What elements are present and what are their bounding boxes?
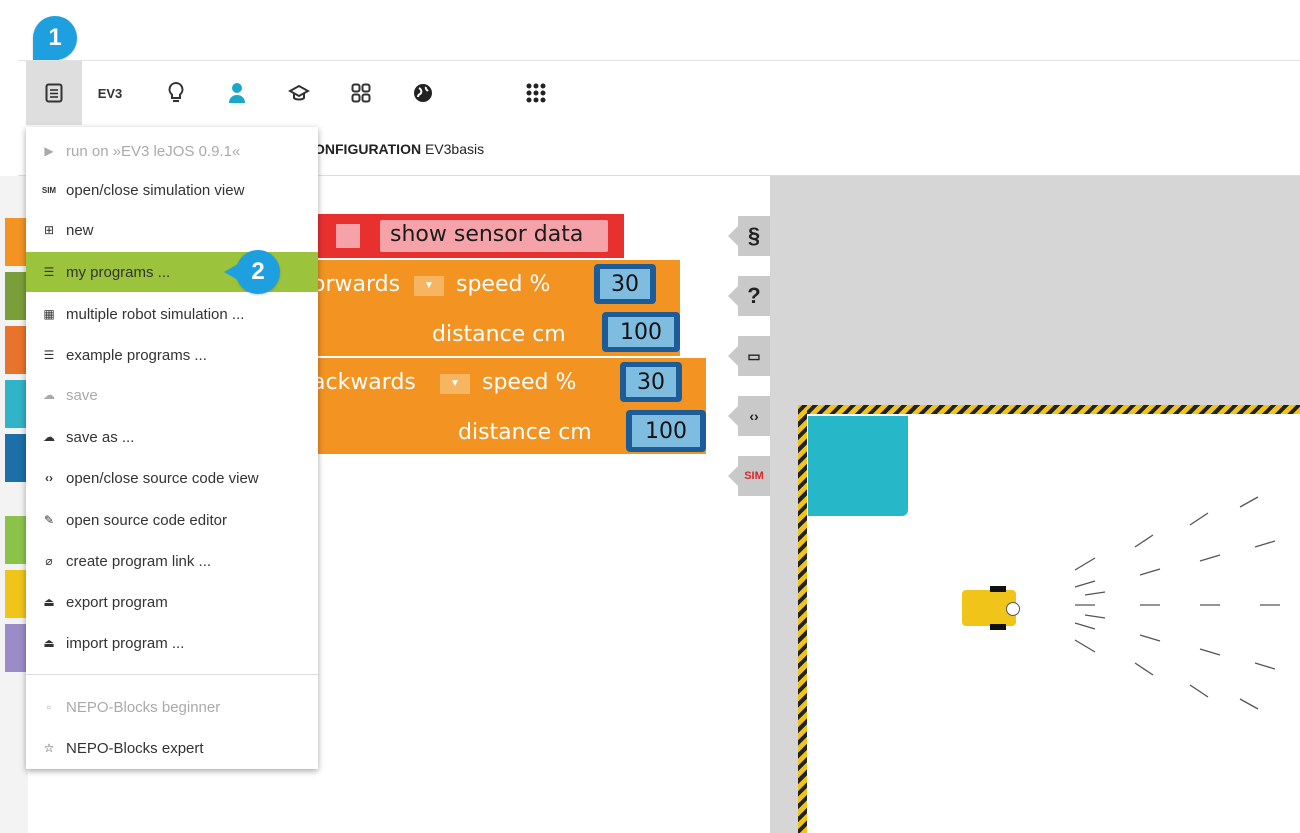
sensor-block[interactable]: show sensor data	[310, 214, 624, 258]
globe-icon	[414, 84, 432, 102]
menu-item-import-program[interactable]: ⏏ import program ...	[26, 623, 318, 663]
callout-2: 2	[236, 250, 280, 294]
menu-item-example-programs[interactable]: ☰ example programs ...	[26, 335, 318, 375]
robot-label: EV3	[97, 85, 123, 101]
help-button[interactable]	[148, 61, 204, 125]
forward-speed-input[interactable]: 30	[594, 264, 656, 304]
apps-grid-icon	[526, 83, 546, 103]
backward-dropdown-arrow[interactable]: ▼	[440, 374, 470, 394]
star-icon: ☆	[43, 741, 55, 755]
play-icon: ▶	[44, 144, 54, 158]
top-toolbar: EV3	[18, 60, 1300, 128]
language-button[interactable]	[395, 61, 451, 125]
export-icon: ⏏	[43, 595, 55, 609]
forward-distance-input[interactable]: 100	[602, 312, 680, 352]
configuration-title[interactable]: ONFIGURATION EV3basis	[314, 141, 484, 157]
start-zone	[808, 416, 908, 516]
program-menu-dropdown: ▶ run on »EV3 leJOS 0.9.1« SIM open/close …	[26, 127, 318, 769]
menu-divider	[26, 674, 318, 675]
menu-item-source-code-view[interactable]: ‹› open/close source code view	[26, 458, 318, 498]
user-icon	[229, 83, 245, 103]
menu-item-create-program-link[interactable]: ⌀ create program link ...	[26, 541, 318, 581]
menu-item-export-program[interactable]: ⏏ export program	[26, 582, 318, 622]
arena-border-left	[798, 405, 807, 833]
gallery-button[interactable]	[333, 61, 389, 125]
robot-ev3-button[interactable]: EV3	[82, 61, 138, 125]
configuration-name: EV3basis	[424, 141, 485, 157]
sim-icon: SIM	[41, 185, 57, 195]
backward-distance-label: distance cm	[458, 420, 592, 445]
cloud-upload-icon: ☁	[43, 430, 55, 444]
list-icon: ☰	[43, 265, 55, 279]
tab-output[interactable]: ▭	[728, 336, 770, 376]
lightbulb-icon	[168, 81, 184, 102]
tab-help[interactable]: ?	[728, 276, 770, 316]
menu-item-nepo-expert[interactable]: ☆ NEPO-Blocks expert	[26, 728, 318, 768]
graduation-cap-icon	[288, 84, 310, 101]
simulated-robot[interactable]	[962, 582, 1022, 630]
menu-item-source-code-editor[interactable]: ✎ open source code editor	[26, 500, 318, 540]
sensor-checkbox[interactable]	[336, 224, 360, 248]
square-icon: ▫	[46, 700, 52, 714]
link-icon: ⌀	[45, 554, 53, 568]
menu-item-run-on[interactable]: ▶ run on »EV3 leJOS 0.9.1«	[26, 131, 318, 171]
menu-item-nepo-beginner[interactable]: ▫ NEPO-Blocks beginner	[26, 687, 318, 727]
cloud-icon: ☁	[43, 388, 55, 402]
menu-item-save-as[interactable]: ☁ save as ...	[26, 417, 318, 457]
import-icon: ⏏	[43, 636, 55, 650]
tab-simulation[interactable]: SIM	[728, 456, 770, 496]
list-icon: ☰	[43, 348, 55, 362]
configuration-label: ONFIGURATION	[314, 141, 422, 157]
forward-distance-label: distance cm	[432, 322, 566, 347]
gallery-icon	[351, 83, 371, 103]
backward-distance-input[interactable]: 100	[626, 410, 706, 452]
tab-rules[interactable]: §	[728, 216, 770, 256]
arena-border-top	[798, 405, 1300, 414]
edit-icon: ✎	[43, 513, 55, 527]
backward-direction-label: ackwards	[312, 370, 416, 395]
grid-icon: ▦	[43, 307, 55, 321]
menu-item-simulation-view[interactable]: SIM open/close simulation view	[26, 170, 318, 210]
program-menu-button[interactable]	[26, 61, 82, 125]
apps-button[interactable]	[508, 61, 564, 125]
code-icon: ‹›	[45, 471, 53, 485]
forward-dropdown-arrow[interactable]: ▼	[414, 276, 444, 296]
program-menu-icon	[45, 83, 63, 103]
callout-2-pointer	[224, 264, 238, 280]
menu-item-multiple-robot-simulation[interactable]: ▦ multiple robot simulation ...	[26, 294, 318, 334]
tutorial-button[interactable]	[271, 61, 327, 125]
sensor-block-label: show sensor data	[390, 222, 584, 247]
tab-source-code[interactable]: ‹›	[728, 396, 770, 436]
menu-item-save[interactable]: ☁ save	[26, 375, 318, 415]
backward-speed-label: speed %	[482, 370, 577, 395]
new-file-icon: ⊞	[43, 223, 55, 237]
menu-item-new[interactable]: ⊞ new	[26, 210, 318, 250]
callout-1: 1	[33, 16, 77, 60]
forward-direction-label: orwards	[312, 272, 401, 297]
forward-speed-label: speed %	[456, 272, 551, 297]
user-button[interactable]	[209, 61, 265, 125]
backward-speed-input[interactable]: 30	[620, 362, 682, 402]
